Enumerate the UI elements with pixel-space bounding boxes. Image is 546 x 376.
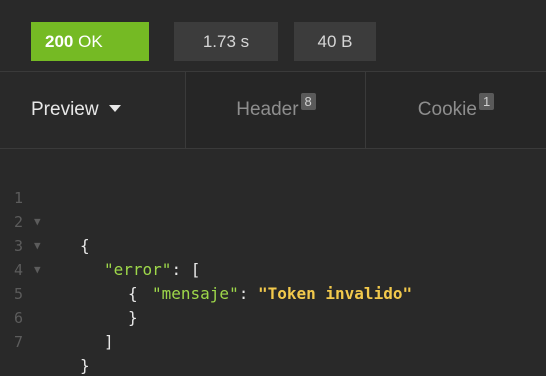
chevron-down-icon[interactable] [108,105,121,112]
tab-preview[interactable]: Preview [0,72,186,148]
code-line: 2 ▼ "error": [ [0,186,546,279]
status-code-badge: 200 OK [31,22,149,61]
tab-cookie[interactable]: Cookie 1 [366,72,546,148]
response-panel: 200 OK 1.73 s 40 B Preview Header 8 Cooki… [0,0,546,376]
response-tabs: Preview Header 8 Cookie 1 [0,72,546,149]
code-line: 6 ] [0,282,546,351]
tab-preview-label: Preview [31,99,99,120]
response-time-badge: 1.73 s [174,22,278,61]
code-text: ] [104,332,114,351]
line-number: 7 [14,333,24,351]
header-count-badge: 8 [300,93,316,110]
cookie-count-badge: 1 [478,93,495,110]
status-text: OK [78,32,103,51]
response-size-badge: 40 B [294,22,376,61]
code-line: 1 ▼ { [0,162,546,255]
code-line: 5 } [0,258,546,327]
tab-cookie-label: Cookie [417,99,477,120]
code-line: 3 ▼ { [0,210,546,303]
tab-header[interactable]: Header 8 [186,72,366,148]
json-preview[interactable]: 1 ▼ { 2 ▼ "error": [ 3 ▼ { 4 "mensaje": … [0,149,546,376]
tab-header-label: Header [236,99,299,120]
response-status-bar: 200 OK 1.73 s 40 B [0,0,546,72]
code-line: 7 } [0,306,546,375]
status-code: 200 [45,32,74,51]
code-text: } [80,356,90,375]
code-line: 4 "mensaje": "Token invalido" [0,234,546,303]
